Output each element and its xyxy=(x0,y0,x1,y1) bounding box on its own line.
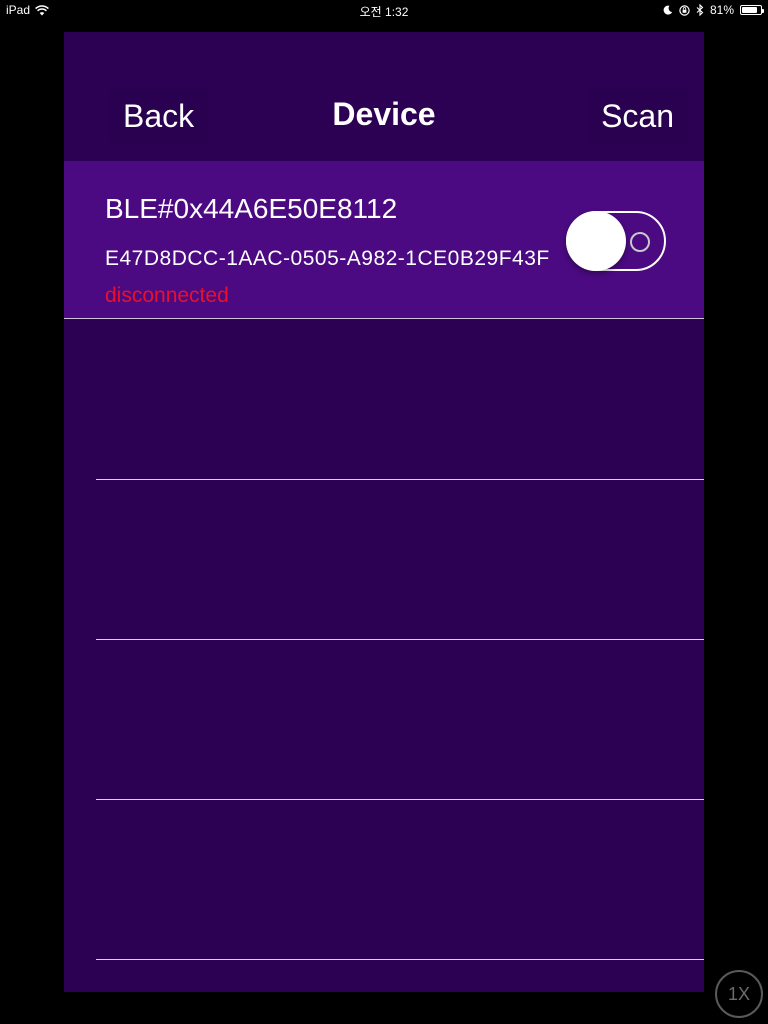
moon-icon xyxy=(663,5,673,15)
toggle-knob[interactable] xyxy=(566,211,626,271)
bluetooth-icon xyxy=(696,4,704,16)
connection-status: disconnected xyxy=(105,284,229,307)
list-item-empty xyxy=(64,480,704,640)
battery-percent: 81% xyxy=(709,3,734,17)
app-screen: Back Device Scan BLE#0x44A6E50E8112 E47D… xyxy=(64,32,704,992)
device-uuid: E47D8DCC-1AAC-0505-A982-1CE0B29F43F xyxy=(105,247,550,270)
battery-icon xyxy=(740,5,764,15)
zoom-toggle-button[interactable]: 1X xyxy=(715,970,763,1018)
connect-toggle[interactable] xyxy=(566,211,666,271)
list-item-empty xyxy=(64,640,704,800)
scan-button[interactable]: Scan xyxy=(587,88,688,144)
list-item-empty xyxy=(64,800,704,960)
status-time: 오전 1:32 xyxy=(359,5,409,19)
device-list-item[interactable]: BLE#0x44A6E50E8112 E47D8DCC-1AAC-0505-A9… xyxy=(64,161,704,319)
row-separator xyxy=(96,959,704,960)
battery-fill xyxy=(742,7,757,13)
orientation-lock-icon xyxy=(679,4,690,16)
device-name: BLE#0x44A6E50E8112 xyxy=(105,193,398,224)
status-right: 81% xyxy=(663,3,764,17)
status-bar: iPad 오전 1:32 81% xyxy=(0,0,768,22)
list-item-empty xyxy=(64,320,704,480)
toggle-off-indicator-icon xyxy=(630,232,650,252)
navigation-bar: Back Device Scan xyxy=(64,32,704,161)
